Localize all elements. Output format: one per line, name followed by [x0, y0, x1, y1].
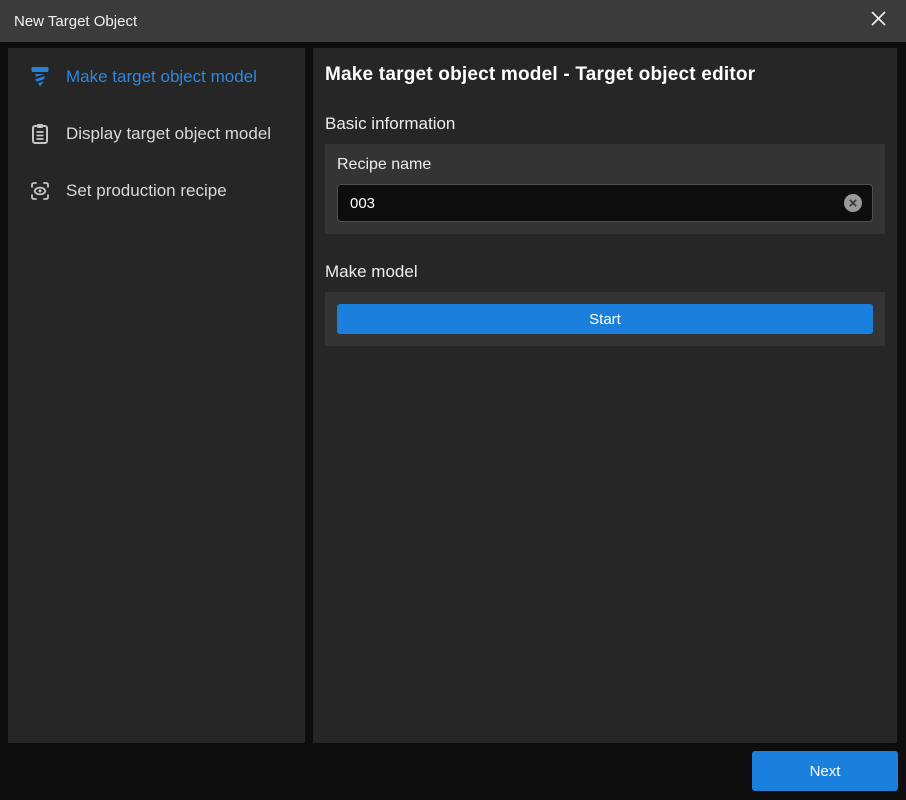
section-label-basic-information: Basic information — [325, 114, 885, 134]
start-button[interactable]: Start — [337, 304, 873, 334]
recipe-name-field-wrap — [337, 184, 873, 222]
clear-input-icon[interactable] — [843, 193, 863, 213]
sidebar-item-label: Set production recipe — [66, 181, 227, 201]
basic-information-panel: Recipe name — [325, 144, 885, 234]
sidebar-item-make-target-object-model[interactable]: Make target object model — [8, 48, 305, 105]
clipboard-icon — [28, 122, 52, 146]
make-model-panel: Start — [325, 292, 885, 346]
window-title: New Target Object — [14, 13, 137, 30]
close-button[interactable] — [850, 0, 906, 42]
sidebar-item-label: Display target object model — [66, 124, 271, 144]
main-panel: Make target object model - Target object… — [313, 48, 897, 743]
recipe-name-input[interactable] — [337, 184, 873, 222]
title-bar: New Target Object — [0, 0, 906, 42]
close-icon — [869, 9, 888, 33]
page-title: Make target object model - Target object… — [325, 64, 885, 86]
focus-eye-icon — [28, 179, 52, 203]
sidebar-item-set-production-recipe[interactable]: Set production recipe — [8, 162, 305, 219]
dialog-window: New Target Object — [0, 0, 906, 800]
screw-icon — [28, 65, 52, 89]
wizard-steps-sidebar: Make target object model Display target … — [8, 48, 305, 743]
sidebar-item-display-target-object-model[interactable]: Display target object model — [8, 105, 305, 162]
recipe-name-label: Recipe name — [337, 156, 873, 174]
section-label-make-model: Make model — [325, 262, 885, 282]
next-button[interactable]: Next — [752, 751, 898, 791]
sidebar-item-label: Make target object model — [66, 67, 257, 87]
